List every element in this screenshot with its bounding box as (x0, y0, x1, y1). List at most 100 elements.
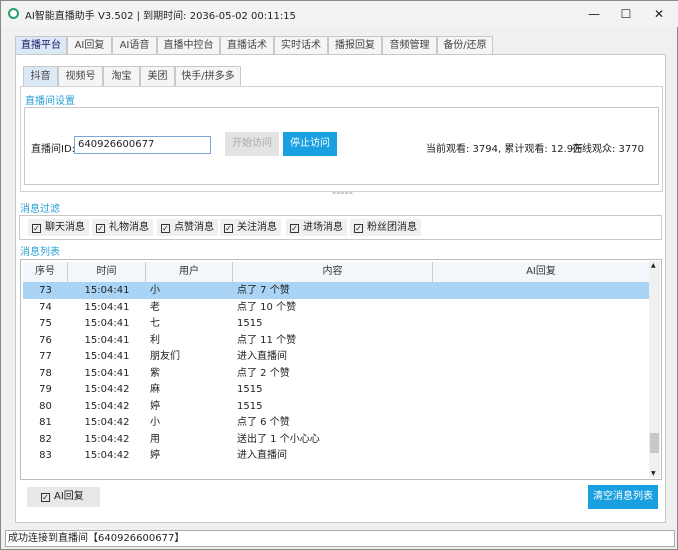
filter-checkbox-1[interactable]: ✓ 礼物消息 (92, 219, 153, 236)
tab-platform-3[interactable]: 美团 (140, 66, 175, 87)
table-cell: 1515 (237, 318, 263, 329)
online-viewers: 在线观众: 3770 (572, 144, 644, 155)
tab-platform-4[interactable]: 快手/拼多多 (175, 66, 241, 87)
table-row[interactable]: 78 15:04:41 紫 点了 2 个赞 (23, 365, 650, 382)
tab-main-7[interactable]: 音频管理 (382, 36, 437, 55)
table-row[interactable]: 73 15:04:41 小 点了 7 个赞 (23, 282, 650, 299)
checkbox-check-icon: ✓ (354, 224, 363, 233)
tab-platform-0[interactable]: 抖音 (23, 66, 58, 87)
tab-main-1[interactable]: AI回复 (67, 36, 112, 55)
table-cell: 15:04:41 (84, 301, 130, 313)
table-cell: 进入直播间 (237, 351, 287, 362)
table-row[interactable]: 76 15:04:41 利 点了 11 个赞 (23, 332, 650, 349)
table-row[interactable]: 79 15:04:42 麻 1515 (23, 381, 650, 398)
table-cell: 送出了 1 个小心心 (237, 433, 320, 445)
table-cell: 75 (39, 318, 52, 329)
title-bar: AI智能直播助手 V3.502 | 到期时间: 2036-05-02 00:11… (1, 1, 678, 27)
tab-main-6[interactable]: 播报回复 (328, 36, 382, 55)
table-cell: 点了 2 个赞 (237, 367, 290, 379)
ai-reply-checkbox[interactable]: ✓ AI回复 (27, 487, 100, 507)
table-cell: 点了 6 个赞 (237, 417, 290, 428)
table-cell: 81 (39, 417, 52, 428)
table-row[interactable]: 77 15:04:41 朋友们 进入直播间 (23, 348, 650, 365)
room-settings-label: 直播间设置 (25, 96, 75, 107)
filter-label: 粉丝团消息 (367, 222, 417, 233)
checkbox-check-icon: ✓ (224, 224, 233, 233)
table-cell: 老 (150, 301, 160, 313)
scrollbar-thumb[interactable] (650, 433, 659, 453)
tab-platform-2[interactable]: 淘宝 (103, 66, 140, 87)
table-cell: 77 (39, 351, 52, 362)
ai-reply-label: AI回复 (54, 491, 84, 502)
maximize-button[interactable]: ☐ (616, 5, 636, 23)
filter-label: 礼物消息 (109, 222, 149, 233)
table-cell: 76 (39, 334, 52, 346)
stop-visit-button[interactable]: 停止访问 (283, 132, 337, 156)
table-cell: 74 (39, 301, 52, 313)
table-cell: 15:04:42 (84, 400, 130, 412)
table-cell: 麻 (150, 384, 160, 395)
table-cell: 婷 (150, 450, 160, 461)
column-header[interactable]: 时间 (68, 262, 146, 282)
table-cell: 小 (150, 285, 160, 296)
tab-main-5[interactable]: 实时话术 (274, 36, 328, 55)
checkbox-check-icon: ✓ (290, 224, 299, 233)
table-row[interactable]: 83 15:04:42 婷 进入直播间 (23, 447, 650, 464)
splitter-handle[interactable]: ===== (332, 191, 353, 197)
minimize-button[interactable]: — (584, 5, 604, 23)
clear-messages-button[interactable]: 清空消息列表 (588, 485, 658, 509)
message-list-label: 消息列表 (20, 247, 60, 258)
table-cell: 用 (150, 433, 160, 445)
checkbox-check-icon: ✓ (161, 224, 170, 233)
table-cell: 73 (39, 285, 52, 296)
column-header[interactable]: AI回复 (433, 262, 650, 282)
table-cell: 七 (150, 318, 160, 329)
tab-main-4[interactable]: 直播话术 (220, 36, 274, 55)
vertical-scrollbar[interactable]: ▲ ▼ (649, 261, 660, 478)
table-cell: 79 (39, 384, 52, 395)
tab-main-3[interactable]: 直播中控台 (157, 36, 220, 55)
table-cell: 83 (39, 450, 52, 461)
table-cell: 婷 (150, 400, 160, 412)
filter-checkbox-3[interactable]: ✓ 关注消息 (220, 219, 281, 236)
table-cell: 朋友们 (150, 351, 180, 362)
table-cell: 1515 (237, 384, 263, 395)
table-cell: 进入直播间 (237, 450, 287, 461)
filter-label: 消息过滤 (20, 204, 60, 215)
table-cell: 15:04:42 (84, 417, 130, 428)
filter-label: 进场消息 (303, 222, 343, 233)
column-header[interactable]: 用户 (146, 262, 233, 282)
filter-checkbox-5[interactable]: ✓ 粉丝团消息 (350, 219, 421, 236)
tab-main-8[interactable]: 备份/还原 (437, 36, 493, 55)
room-id-input[interactable]: 640926600677 (74, 136, 211, 154)
table-cell: 紫 (150, 367, 160, 379)
table-row[interactable]: 80 15:04:42 婷 1515 (23, 398, 650, 415)
status-bar: 成功连接到直播间【640926600677】 (5, 530, 675, 547)
scroll-down-icon[interactable]: ▼ (651, 470, 656, 477)
table-row[interactable]: 81 15:04:42 小 点了 6 个赞 (23, 414, 650, 431)
checkbox-check-icon: ✓ (41, 493, 50, 502)
column-header[interactable]: 序号 (23, 262, 68, 282)
start-visit-button[interactable]: 开始访问 (225, 132, 279, 156)
tab-main-2[interactable]: AI语音 (112, 36, 157, 55)
table-cell: 15:04:41 (84, 334, 130, 346)
filter-checkbox-0[interactable]: ✓ 聊天消息 (28, 219, 89, 236)
filter-checkbox-2[interactable]: ✓ 点赞消息 (157, 219, 218, 236)
filter-checkbox-4[interactable]: ✓ 进场消息 (286, 219, 347, 236)
table-row[interactable]: 82 15:04:42 用 送出了 1 个小心心 (23, 431, 650, 448)
table-cell: 82 (39, 433, 52, 445)
table-row[interactable]: 74 15:04:41 老 点了 10 个赞 (23, 299, 650, 316)
checkbox-check-icon: ✓ (96, 224, 105, 233)
column-header[interactable]: 内容 (233, 262, 433, 282)
scroll-up-icon[interactable]: ▲ (651, 262, 656, 269)
close-button[interactable]: ✕ (649, 5, 669, 23)
tab-platform-1[interactable]: 视频号 (58, 66, 103, 87)
table-row[interactable]: 75 15:04:41 七 1515 (23, 315, 650, 332)
table-cell: 15:04:41 (84, 367, 130, 379)
table-cell: 78 (39, 367, 52, 379)
table-cell: 点了 11 个赞 (237, 334, 297, 346)
table-cell: 80 (39, 400, 52, 412)
tab-main-0[interactable]: 直播平台 (15, 36, 67, 56)
table-cell: 1515 (237, 400, 263, 412)
filter-label: 聊天消息 (45, 222, 85, 233)
